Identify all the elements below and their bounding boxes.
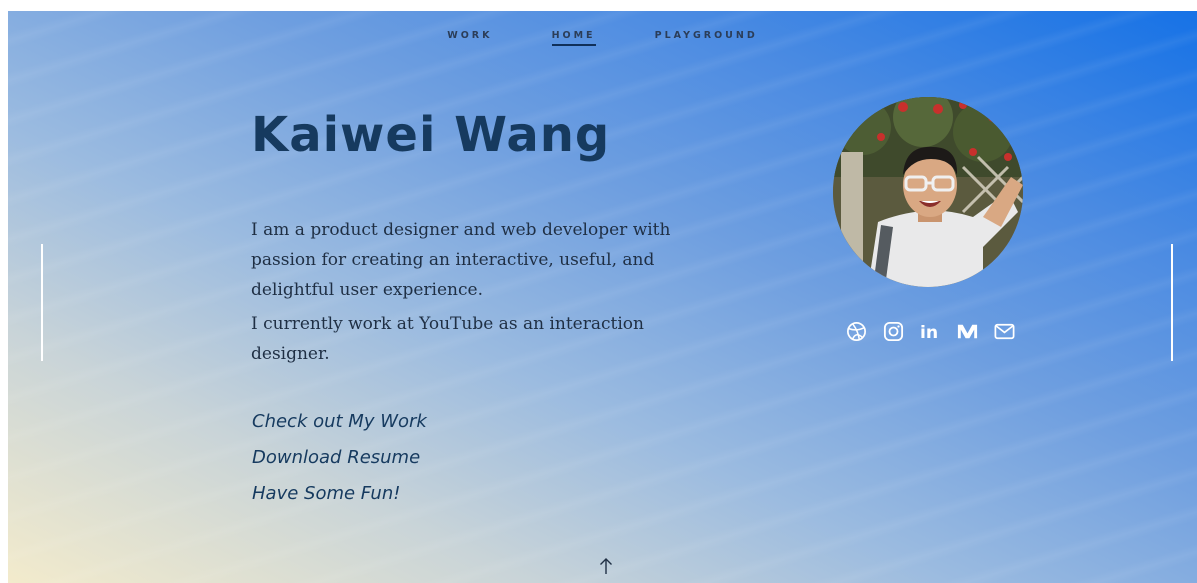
right-divider-line — [1171, 244, 1173, 361]
bio-paragraph-2: I currently work at YouTube as an intera… — [251, 314, 644, 364]
instagram-link[interactable] — [882, 320, 905, 343]
download-resume-link[interactable]: Download Resume — [252, 440, 427, 476]
bio: I am a product designer and web develope… — [251, 215, 681, 373]
check-out-work-link[interactable]: Check out My Work — [252, 404, 427, 440]
page-title: Kaiwei Wang — [251, 107, 611, 163]
arrow-up-icon[interactable] — [596, 556, 616, 576]
mail-icon — [994, 323, 1015, 340]
linkedin-icon: in — [920, 323, 938, 343]
avatar — [833, 97, 1023, 287]
mail-link[interactable] — [993, 320, 1016, 343]
have-some-fun-link[interactable]: Have Some Fun! — [252, 476, 427, 512]
linkedin-link[interactable]: in — [919, 320, 942, 343]
social-links: in — [845, 320, 1016, 343]
medium-icon — [957, 324, 978, 339]
nav-playground[interactable]: PLAYGROUND — [655, 30, 758, 44]
svg-text:in: in — [920, 323, 938, 343]
cta-links: Check out My Work Download Resume Have S… — [252, 404, 427, 512]
bio-paragraph-1: I am a product designer and web develope… — [251, 220, 671, 300]
nav-home[interactable]: HOME — [551, 30, 596, 46]
left-divider-line — [41, 244, 43, 361]
dribbble-icon — [847, 322, 866, 341]
instagram-icon — [883, 321, 904, 342]
top-nav: WORK HOME PLAYGROUND — [8, 23, 1197, 46]
nav-work[interactable]: WORK — [447, 30, 492, 44]
hero-section: WORK HOME PLAYGROUND Kaiwei Wang I am a … — [8, 11, 1197, 583]
dribbble-link[interactable] — [845, 320, 868, 343]
medium-link[interactable] — [956, 320, 979, 343]
avatar-photo — [833, 97, 1023, 287]
